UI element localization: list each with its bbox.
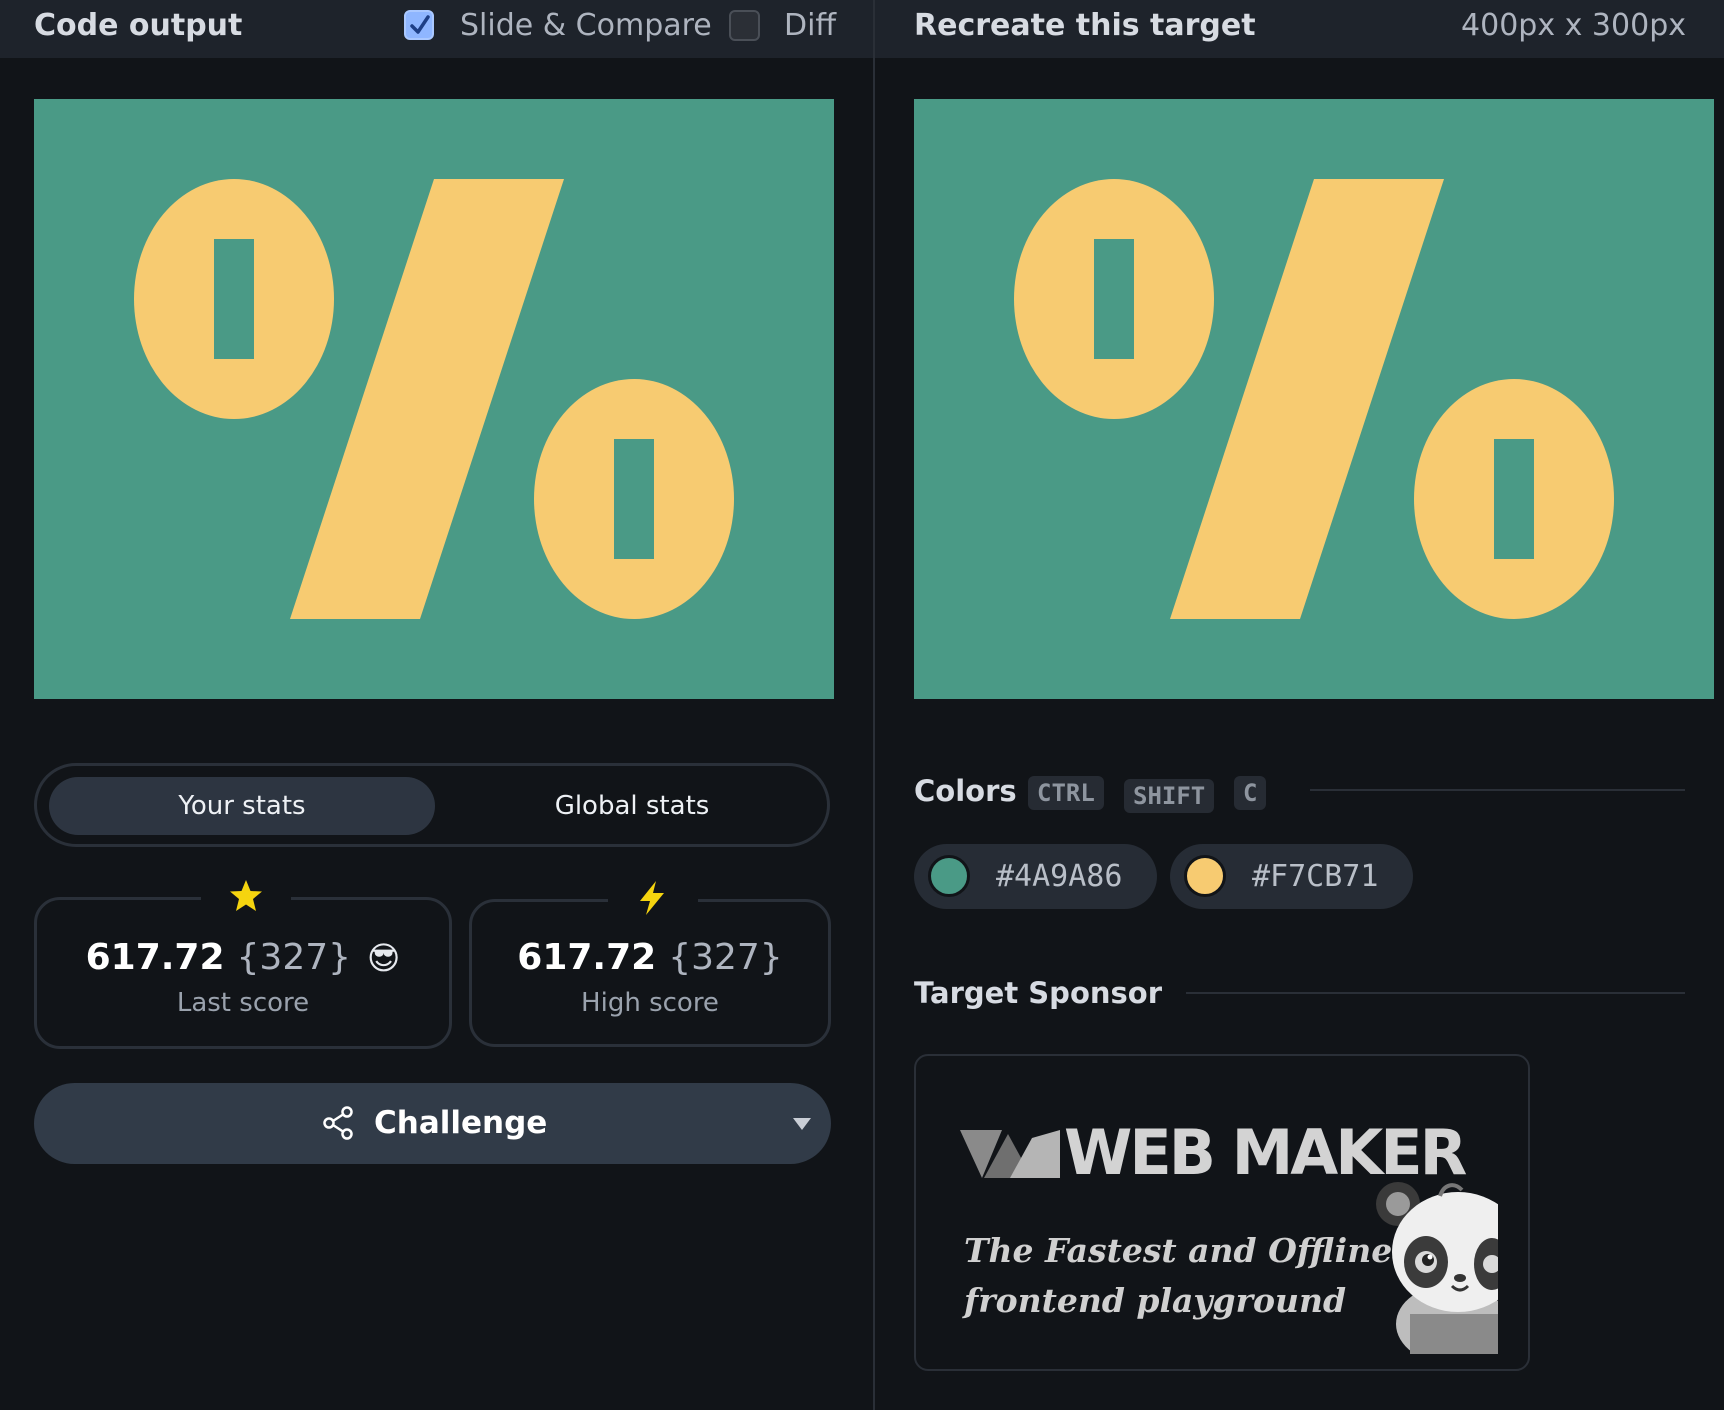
- sponsor-tagline-2: frontend playground: [964, 1281, 1347, 1320]
- chevron-down-icon[interactable]: [792, 1117, 812, 1131]
- percent-target-artwork: [914, 99, 1714, 699]
- star-icon: [230, 880, 262, 911]
- sponsor-card[interactable]: WEB MAKER The Fastest and Offline fronte…: [914, 1054, 1530, 1371]
- target-title: Recreate this target: [914, 8, 1256, 43]
- tab-your-stats-label[interactable]: Your stats: [49, 777, 435, 835]
- diff-label[interactable]: Diff: [784, 6, 836, 46]
- color-swatch-yellow[interactable]: #F7CB71: [1170, 844, 1413, 909]
- colors-divider: [1310, 789, 1685, 791]
- stats-tabs: Your stats Global stats: [34, 763, 830, 847]
- diff-checkbox[interactable]: [729, 10, 760, 41]
- checkmark-icon: [410, 15, 430, 34]
- high-score-number: 617.72: [517, 937, 657, 978]
- kbd-ctrl: CTRL: [1028, 776, 1104, 810]
- kbd-shift: SHIFT: [1124, 779, 1215, 813]
- colors-title: Colors: [914, 774, 1017, 808]
- color-dot-teal: [928, 855, 970, 897]
- slide-compare-label[interactable]: Slide & Compare: [460, 6, 712, 46]
- challenge-button[interactable]: Challenge: [34, 1083, 831, 1164]
- target-canvas: [914, 99, 1714, 699]
- target-sponsor-title: Target Sponsor: [914, 976, 1163, 1010]
- color-code-teal: #4A9A86: [996, 859, 1123, 894]
- last-score-number: 617.72: [85, 937, 225, 978]
- high-score-label: High score: [581, 988, 719, 1018]
- panda-mascot-icon: [1376, 1182, 1498, 1354]
- lightning-icon: [640, 881, 664, 915]
- top-bar: Code output Slide & Compare Diff Recreat…: [0, 0, 1724, 58]
- high-score-count: {327}: [668, 937, 783, 978]
- last-score-card: 617.72 {327} 😎 Last score: [34, 880, 452, 1049]
- sponsor-tagline-1: The Fastest and Offline: [964, 1231, 1393, 1270]
- high-score-value: 617.72 {327}: [472, 936, 828, 980]
- code-output-title: Code output: [34, 8, 243, 43]
- panel-divider[interactable]: [873, 0, 875, 1410]
- kbd-c: C: [1234, 776, 1267, 810]
- web-maker-logo-icon: [960, 1130, 1060, 1178]
- color-code-yellow: #F7CB71: [1252, 859, 1379, 894]
- code-output-canvas[interactable]: [34, 99, 834, 699]
- high-score-card: 617.72 {327} High score: [469, 881, 831, 1047]
- sunglasses-emoji-icon: 😎: [367, 939, 401, 977]
- color-dot-yellow: [1184, 855, 1226, 897]
- share-icon: [323, 1106, 353, 1140]
- sponsor-divider: [1186, 992, 1685, 994]
- percent-artwork: [34, 99, 834, 699]
- target-dimensions: 400px x 300px: [1461, 8, 1686, 43]
- challenge-label: Challenge: [374, 1105, 548, 1141]
- slide-compare-checkbox[interactable]: [404, 10, 434, 40]
- last-score-count: {327}: [236, 937, 352, 978]
- color-swatch-teal[interactable]: #4A9A86: [914, 844, 1157, 909]
- tab-global-stats[interactable]: Global stats: [447, 777, 817, 835]
- last-score-value: 617.72 {327} 😎: [37, 936, 449, 980]
- last-score-label: Last score: [176, 988, 310, 1018]
